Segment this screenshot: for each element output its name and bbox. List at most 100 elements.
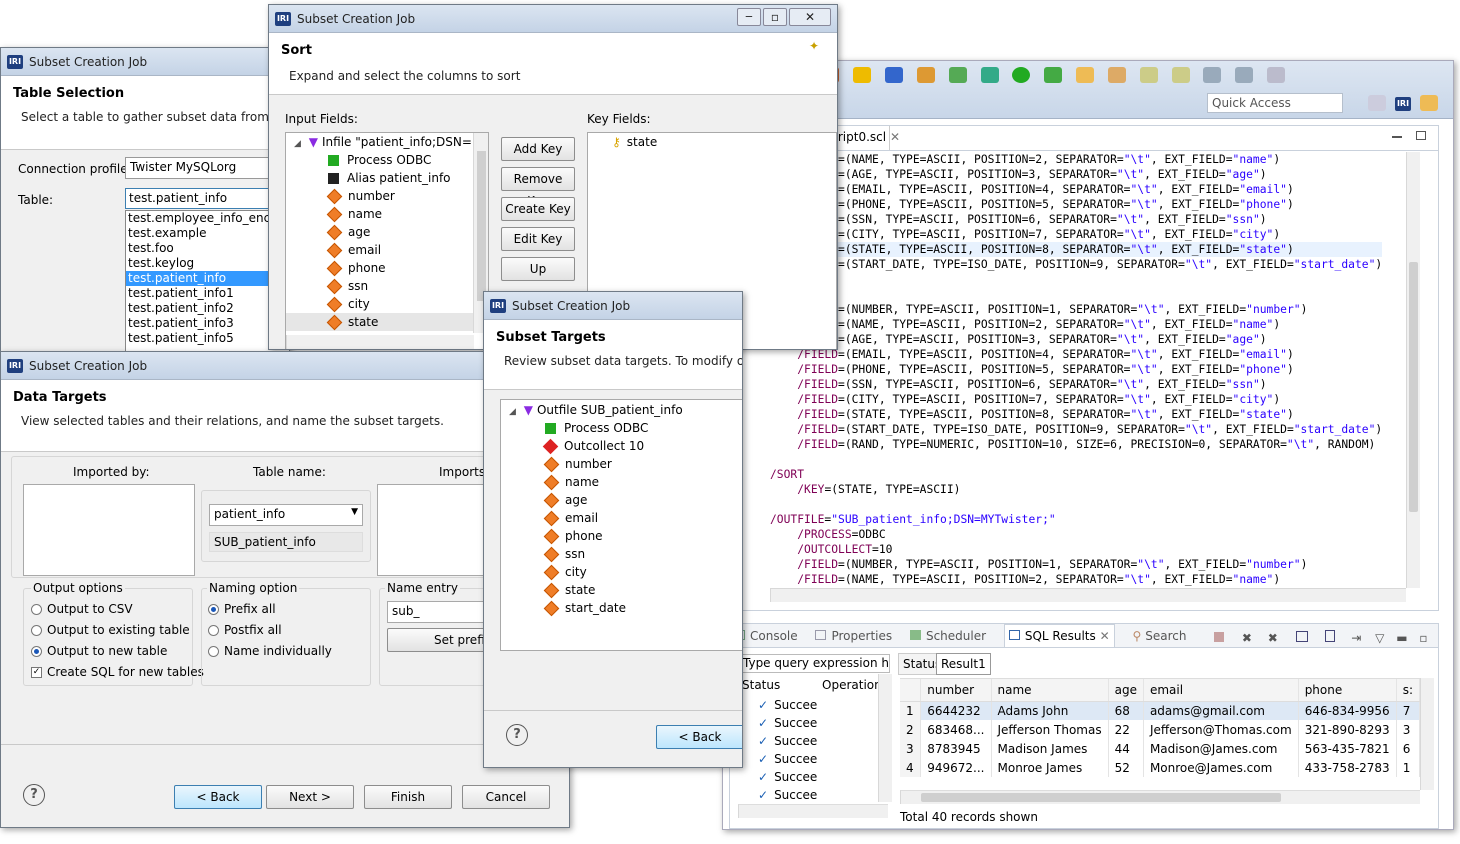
db-perspective-icon[interactable] xyxy=(1420,95,1438,111)
table-cell[interactable]: Adams John xyxy=(991,701,1109,720)
table-cell[interactable]: 22 xyxy=(1108,720,1144,739)
tab-search[interactable]: ⚲ Search xyxy=(1132,629,1186,643)
maximize-button[interactable]: ▫ xyxy=(763,8,787,26)
search-tool-icon[interactable] xyxy=(1107,67,1126,83)
editor-maximize-icon[interactable] xyxy=(1416,131,1426,140)
table-row[interactable]: 4 949672... Monroe James 52 Monroe@James.com… xyxy=(900,758,1420,777)
table-list-item[interactable]: test.patient_info2 xyxy=(126,301,289,316)
tab-properties[interactable]: Properties xyxy=(815,629,892,643)
table-cell[interactable]: 321-890-8293 xyxy=(1298,720,1397,739)
output-csv-radio[interactable]: Output to CSV xyxy=(31,602,133,616)
tree-process[interactable]: Process ODBC xyxy=(286,151,488,169)
column-header[interactable]: name xyxy=(991,679,1109,702)
table-list-item[interactable]: test.patient_info1 xyxy=(126,286,289,301)
table-cell[interactable]: Madison@James.com xyxy=(1143,739,1299,758)
open-perspective-icon[interactable] xyxy=(1368,95,1386,111)
table-list-item[interactable]: test.patient_info5 xyxy=(126,331,289,346)
table-list-item[interactable]: test.example xyxy=(126,226,289,241)
column-header[interactable]: number xyxy=(920,679,992,702)
back-button[interactable]: < Back xyxy=(656,725,742,749)
editor-minimize-icon[interactable] xyxy=(1392,136,1402,138)
tab-scheduler[interactable]: Scheduler xyxy=(909,629,986,643)
layout-icon[interactable] xyxy=(1295,631,1308,642)
remove-all-icon[interactable]: ✖ xyxy=(1268,631,1278,645)
prefix-all-radio[interactable]: Prefix all xyxy=(208,602,276,616)
wand-icon[interactable] xyxy=(948,67,967,83)
shield-icon[interactable] xyxy=(853,67,872,83)
tree-field-phone[interactable]: phone xyxy=(286,259,488,277)
table-row[interactable]: 1 6644232 Adams John 68 adams@gmail.com 646-8… xyxy=(900,701,1420,720)
table-cell[interactable]: Jefferson@Thomas.com xyxy=(1143,720,1299,739)
debug-icon[interactable] xyxy=(980,67,999,83)
status-item[interactable]: ✓ Succee xyxy=(758,714,817,732)
mask-icon[interactable] xyxy=(885,67,904,83)
tree-root[interactable]: ◢ ▼ Infile "patient_info;DSN=M xyxy=(286,133,488,151)
column-header[interactable]: age xyxy=(1108,679,1144,702)
tree-field-city[interactable]: city xyxy=(501,563,742,581)
table-cell[interactable]: 646-834-9956 xyxy=(1298,701,1397,720)
table-cell[interactable]: 44 xyxy=(1108,739,1144,758)
result-hscroll[interactable] xyxy=(900,790,1420,804)
create-key-button[interactable]: Create Key xyxy=(501,197,575,221)
column-header[interactable]: email xyxy=(1143,679,1299,702)
table-cell[interactable]: 433-758-2783 xyxy=(1298,758,1397,777)
pin-view-icon[interactable]: ⇥ xyxy=(1351,631,1361,645)
help-icon[interactable]: ? xyxy=(506,724,528,746)
tree-field-ssn[interactable]: ssn xyxy=(286,277,488,295)
table-list-item[interactable]: test.foo xyxy=(126,241,289,256)
table-list-item[interactable]: test.keylog xyxy=(126,256,289,271)
tree-outcollect[interactable]: Outcollect 10 xyxy=(501,437,742,455)
status-vscroll[interactable] xyxy=(878,674,892,802)
key-field-item[interactable]: ⚷ state xyxy=(588,133,836,151)
status-item[interactable]: ✓ Succee xyxy=(758,768,817,786)
tree-field-ssn[interactable]: ssn xyxy=(501,545,742,563)
add-key-button[interactable]: Add Key xyxy=(501,137,575,161)
next-annotation-icon[interactable] xyxy=(1139,67,1158,83)
table-cell[interactable]: 6644232 xyxy=(920,701,992,720)
iri-perspective-icon[interactable]: IRI xyxy=(1395,97,1411,111)
view-maximize-icon[interactable]: ▫ xyxy=(1419,631,1427,645)
run-icon[interactable] xyxy=(1012,67,1031,83)
result-vscroll[interactable] xyxy=(1420,678,1434,790)
tree-field-name[interactable]: name xyxy=(286,205,488,223)
table-row[interactable]: 2 683468... Jefferson Thomas 22 Jefferson@Th… xyxy=(900,720,1420,739)
table-cell[interactable]: Madison James xyxy=(991,739,1109,758)
forward-nav-icon[interactable] xyxy=(1235,67,1254,83)
editor-vscroll[interactable] xyxy=(1406,152,1420,588)
status-item[interactable]: ✓ Succee xyxy=(758,750,817,768)
tree-field-number[interactable]: number xyxy=(286,187,488,205)
input-tree-hscroll[interactable] xyxy=(286,335,474,349)
pin-icon[interactable] xyxy=(1267,67,1286,83)
tree-field-start_date[interactable]: start_date xyxy=(501,599,742,617)
table-cell[interactable]: 683468... xyxy=(920,720,992,739)
table-cell[interactable]: 68 xyxy=(1108,701,1144,720)
tree-field-name[interactable]: name xyxy=(501,473,742,491)
create-sql-checkbox[interactable]: ✓ Create SQL for new tables xyxy=(31,665,204,679)
tree-field-email[interactable]: email xyxy=(286,241,488,259)
table-cell[interactable]: 3 xyxy=(1396,720,1420,739)
status-hscroll[interactable] xyxy=(738,804,888,818)
table-cell[interactable]: adams@gmail.com xyxy=(1143,701,1299,720)
table-cell[interactable]: Jefferson Thomas xyxy=(991,720,1109,739)
table-cell[interactable]: 949672... xyxy=(920,758,992,777)
status-item[interactable]: ✓ Succee xyxy=(758,786,817,804)
result-grid[interactable]: number name age email phone s: 1 6644232 Adams J… xyxy=(900,678,1420,790)
tab-sql-results[interactable]: SQL Results ✕ xyxy=(1003,624,1115,647)
table-cell[interactable]: 8783945 xyxy=(920,739,992,758)
status-item[interactable]: ✓ Succee xyxy=(758,732,817,750)
output-new-radio[interactable]: Output to new table xyxy=(31,644,167,658)
table-cell[interactable]: Monroe James xyxy=(991,758,1109,777)
column-header[interactable] xyxy=(900,679,922,702)
name-individually-radio[interactable]: Name individually xyxy=(208,644,332,658)
finish-button[interactable]: Finish xyxy=(364,785,452,809)
pipeline-icon[interactable] xyxy=(916,67,935,83)
column-header[interactable]: s: xyxy=(1396,679,1420,702)
tree-field-age[interactable]: age xyxy=(286,223,488,241)
up-button[interactable]: Up xyxy=(501,257,575,281)
export-icon[interactable] xyxy=(1325,630,1336,642)
table-cell[interactable]: Monroe@James.com xyxy=(1143,758,1299,777)
tree-process[interactable]: Process ODBC xyxy=(501,419,742,437)
stop-icon[interactable] xyxy=(1214,632,1224,642)
tree-field-city[interactable]: city xyxy=(286,295,488,313)
editor-hscroll[interactable] xyxy=(770,588,1406,602)
